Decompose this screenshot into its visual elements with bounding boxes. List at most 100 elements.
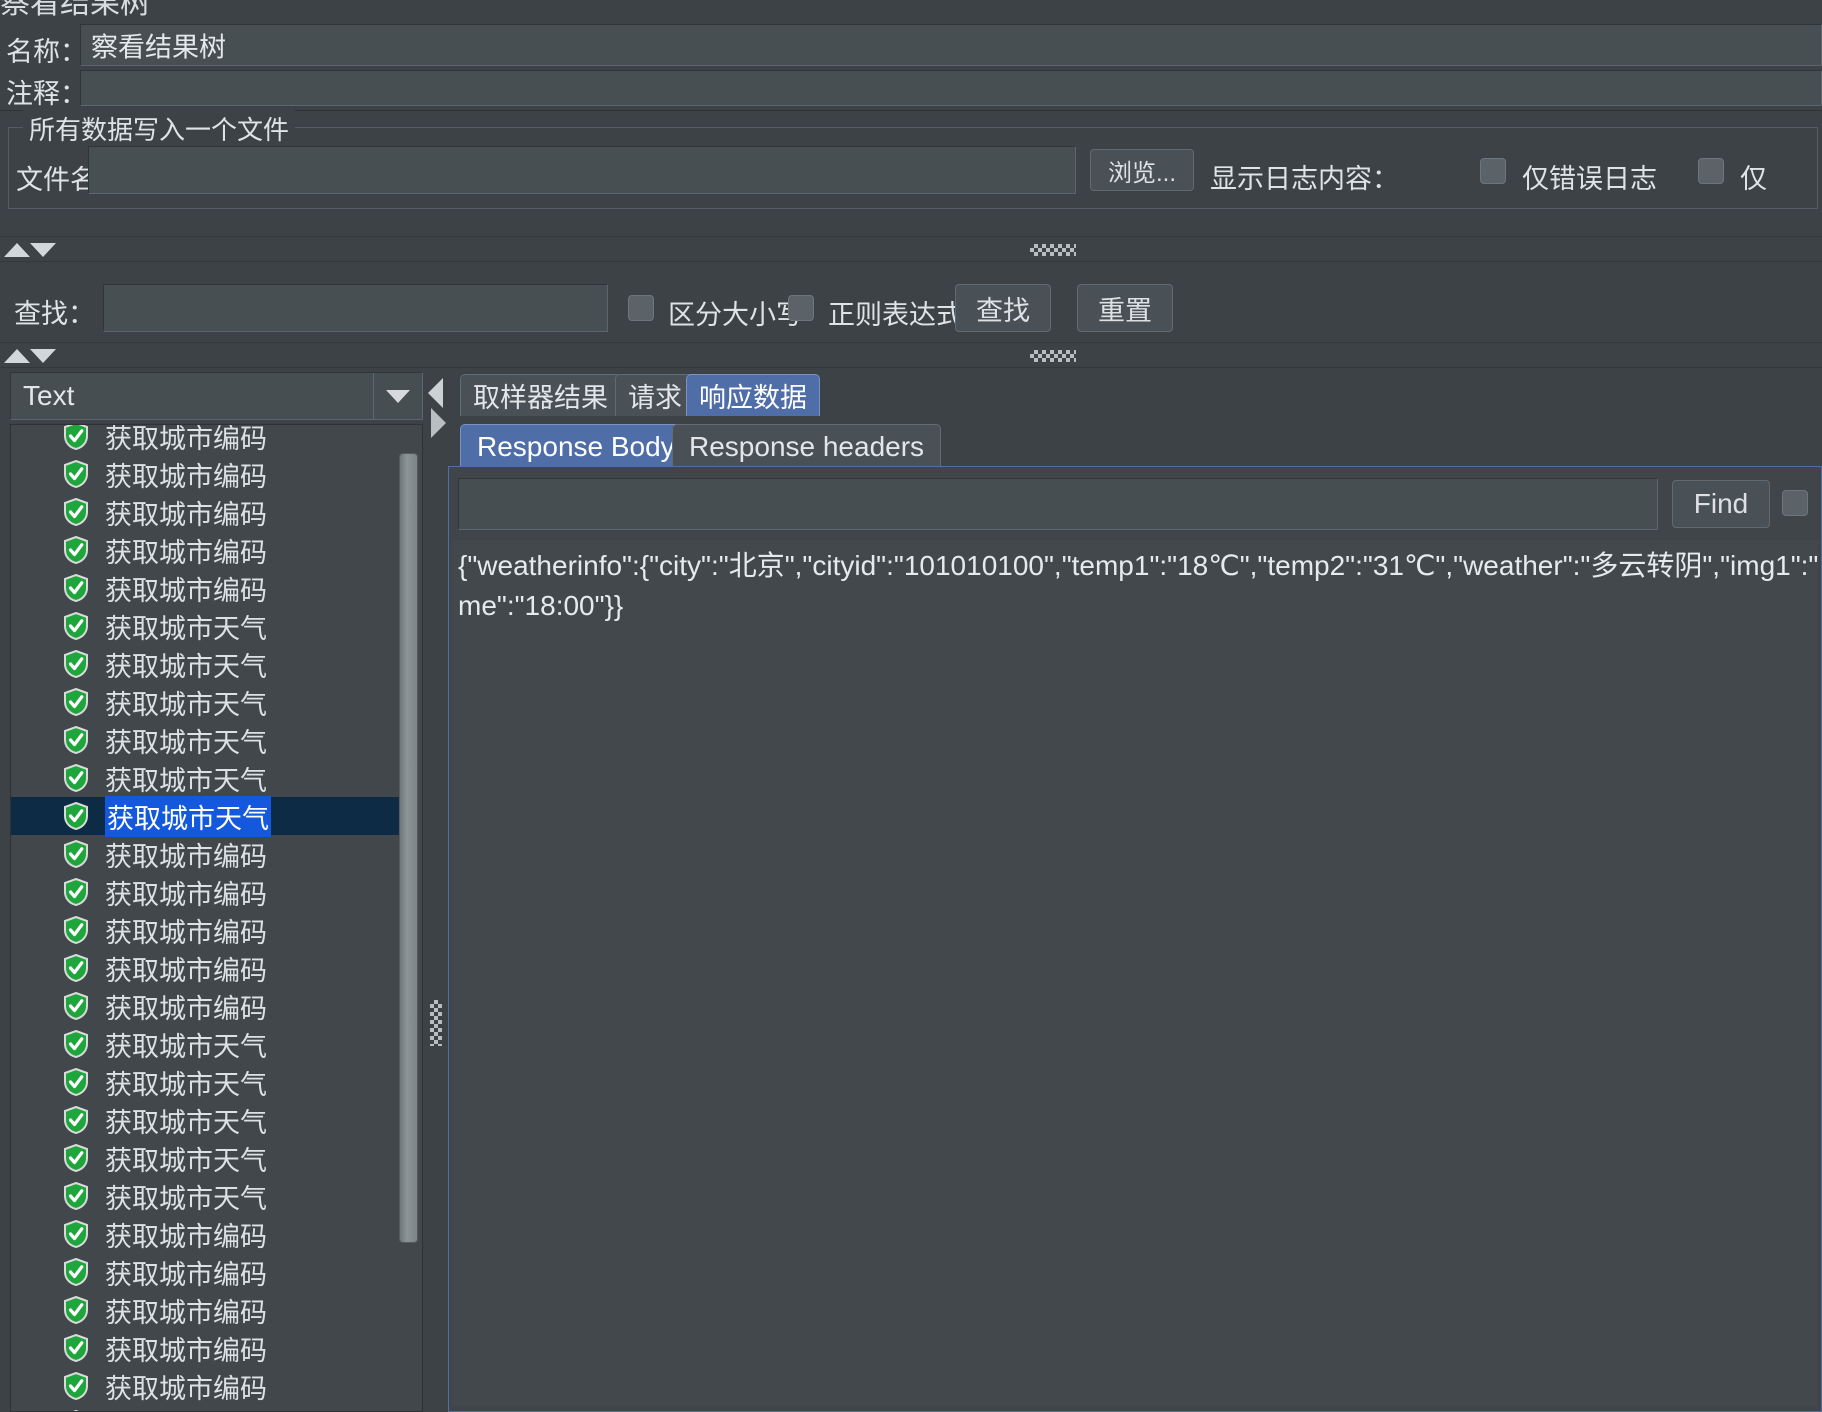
tree-item-label: 获取城市编码 bbox=[105, 575, 267, 606]
tree-item-label: 获取城市编码 bbox=[105, 1297, 267, 1328]
search-label: 查找： bbox=[14, 299, 95, 329]
search-input[interactable] bbox=[103, 284, 608, 332]
tree-item[interactable]: 获取城市天气 bbox=[11, 721, 401, 759]
name-input[interactable]: 察看结果树 bbox=[80, 24, 1822, 66]
case-sensitive-label: 区分大小写 bbox=[668, 300, 803, 330]
status-success-shield-icon bbox=[63, 1105, 89, 1135]
renderer-select-value: Text bbox=[23, 380, 75, 411]
status-success-shield-icon bbox=[63, 1181, 89, 1211]
tree-item-label: 获取城市编码 bbox=[105, 917, 267, 948]
status-success-shield-icon bbox=[63, 1333, 89, 1363]
errors-only-checkbox[interactable] bbox=[1480, 158, 1506, 184]
tree-item[interactable]: 获取城市天气 bbox=[11, 1063, 401, 1101]
tree-item-label: 获取城市天气 bbox=[105, 1183, 267, 1214]
tab-scroll-left-icon[interactable] bbox=[428, 378, 443, 408]
status-success-shield-icon bbox=[63, 535, 89, 565]
search-find-button[interactable]: 查找 bbox=[955, 284, 1051, 332]
splitter-grip-middle-icon[interactable] bbox=[1030, 350, 1076, 362]
status-success-shield-icon bbox=[63, 1067, 89, 1097]
status-success-shield-icon bbox=[63, 1029, 89, 1059]
panel-title-clipped: 察看结果树 bbox=[0, 0, 1822, 17]
tree-item[interactable]: 获取城市编码 bbox=[11, 835, 401, 873]
chevron-up-icon[interactable] bbox=[4, 243, 30, 257]
tree-item[interactable]: 获取城市编码 bbox=[11, 911, 401, 949]
tree-item[interactable]: 获取城市编码 bbox=[11, 873, 401, 911]
tree-item-label: 获取城市天气 bbox=[105, 651, 267, 682]
filename-input[interactable] bbox=[88, 146, 1076, 194]
response-find-button[interactable]: Find bbox=[1672, 480, 1770, 528]
tree-item-label: 获取城市天气 bbox=[105, 1069, 267, 1100]
tree-item[interactable]: 获取城市天气 bbox=[11, 759, 401, 797]
response-case-checkbox[interactable] bbox=[1782, 490, 1808, 516]
status-success-shield-icon bbox=[63, 953, 89, 983]
status-success-shield-icon bbox=[63, 1257, 89, 1287]
tab-scroll-right-icon[interactable] bbox=[431, 408, 446, 438]
chevron-down-icon[interactable] bbox=[30, 349, 56, 363]
splitter-bar-top[interactable] bbox=[0, 236, 1822, 262]
response-find-input[interactable] bbox=[458, 478, 1658, 530]
tree-item[interactable]: 获取城市编码 bbox=[11, 1367, 401, 1405]
status-success-shield-icon bbox=[63, 725, 89, 755]
tree-item[interactable]: 获取城市编码 bbox=[11, 531, 401, 569]
tree-item[interactable]: 获取城市编码 bbox=[11, 1291, 401, 1329]
renderer-select[interactable]: Text bbox=[10, 372, 423, 420]
tree-scrollbar-thumb[interactable] bbox=[399, 453, 418, 1243]
tab-response-body[interactable]: Response Body bbox=[460, 424, 692, 468]
tab-response-data[interactable]: 响应数据 bbox=[686, 374, 820, 416]
regex-label: 正则表达式 bbox=[828, 300, 963, 330]
tree-item[interactable]: 获取城市编码 bbox=[11, 1215, 401, 1253]
renderer-select-button[interactable] bbox=[373, 373, 422, 419]
tree-item-label: 获取城市编码 bbox=[105, 1335, 267, 1366]
tree-item-label: 获取城市天气 bbox=[105, 765, 267, 796]
case-sensitive-checkbox[interactable] bbox=[628, 295, 654, 321]
splitter-collapse-arrows-middle[interactable] bbox=[4, 346, 60, 366]
status-success-shield-icon bbox=[63, 915, 89, 945]
response-body-text[interactable]: {"weatherinfo":{"city":"北京","cityid":"10… bbox=[452, 540, 1818, 1406]
browse-button[interactable]: 浏览... bbox=[1090, 149, 1194, 191]
tree-item[interactable]: 获取城市编码 bbox=[11, 455, 401, 493]
status-success-shield-icon bbox=[63, 1143, 89, 1173]
status-success-shield-icon bbox=[63, 839, 89, 869]
success-only-checkbox[interactable] bbox=[1698, 158, 1724, 184]
tree-item[interactable]: 获取城市天气 bbox=[11, 1025, 401, 1063]
tree-item[interactable]: 获取城市编码 bbox=[11, 425, 401, 455]
success-only-label: 仅 bbox=[1740, 164, 1767, 194]
splitter-bar-middle[interactable] bbox=[0, 342, 1822, 368]
status-success-shield-icon bbox=[63, 763, 89, 793]
tree-item[interactable]: 获取城市天气 bbox=[11, 1101, 401, 1139]
tree-item[interactable]: 获取城市天气 bbox=[11, 683, 401, 721]
tree-item-label: 获取城市编码 bbox=[105, 537, 267, 568]
status-success-shield-icon bbox=[63, 497, 89, 527]
tab-response-headers[interactable]: Response headers bbox=[672, 424, 942, 468]
search-reset-button[interactable]: 重置 bbox=[1077, 284, 1173, 332]
tree-item[interactable]: 获取城市编码 bbox=[11, 987, 401, 1025]
tab-sampler-result[interactable]: 取样器结果 bbox=[460, 374, 621, 416]
name-label: 名称： bbox=[6, 37, 87, 67]
tree-item-label: 获取城市编码 bbox=[105, 993, 267, 1024]
splitter-grip-top-icon[interactable] bbox=[1030, 244, 1076, 256]
tree-item[interactable]: 获取城市天气 bbox=[11, 1139, 401, 1177]
comment-input[interactable] bbox=[80, 70, 1822, 106]
splitter-collapse-arrows-top[interactable] bbox=[4, 240, 60, 260]
tree-item[interactable]: 获取城市天气 bbox=[11, 645, 401, 683]
tree-item[interactable]: 获取城市天气 bbox=[11, 1177, 401, 1215]
tree-item[interactable]: 获取城市天气 bbox=[11, 795, 401, 837]
chevron-up-icon[interactable] bbox=[4, 349, 30, 363]
tree-item[interactable]: 获取城市编码 bbox=[11, 493, 401, 531]
tree-item-label: 获取城市编码 bbox=[105, 461, 267, 492]
tree-item[interactable]: 获取城市天气 bbox=[11, 1405, 401, 1411]
tree-item[interactable]: 获取城市编码 bbox=[11, 1253, 401, 1291]
vertical-splitter-grip-icon[interactable] bbox=[430, 1000, 442, 1046]
vertical-splitter[interactable] bbox=[425, 424, 447, 1412]
results-tree[interactable]: 获取城市编码 获取城市编码 获取城市编码 获取城市编码 获取城市编码 获取城市天气 获取城市… bbox=[10, 424, 423, 1412]
chevron-down-icon[interactable] bbox=[30, 243, 56, 257]
status-success-shield-icon bbox=[63, 991, 89, 1021]
comment-label: 注释： bbox=[6, 79, 87, 109]
regex-checkbox[interactable] bbox=[788, 295, 814, 321]
tree-item[interactable]: 获取城市编码 bbox=[11, 569, 401, 607]
tab-request[interactable]: 请求 bbox=[615, 374, 695, 416]
status-success-shield-icon bbox=[63, 877, 89, 907]
tree-item[interactable]: 获取城市天气 bbox=[11, 607, 401, 645]
tree-item[interactable]: 获取城市编码 bbox=[11, 949, 401, 987]
tree-item[interactable]: 获取城市编码 bbox=[11, 1329, 401, 1367]
